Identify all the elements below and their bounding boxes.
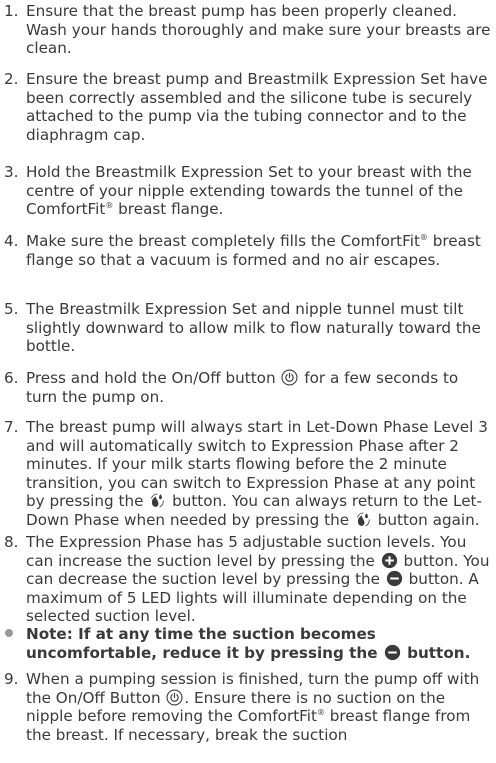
minus-icon [386, 570, 403, 587]
item-text: Press and hold the On/Off button [26, 369, 281, 387]
item-number: 3. [4, 163, 19, 181]
item-number: 5. [4, 300, 19, 318]
item-text: Ensure the breast pump and Breastmilk Ex… [26, 70, 488, 144]
item-number: 2. [4, 70, 19, 88]
item-text: Make sure the breast completely fills th… [26, 232, 420, 250]
list-item: 3. Hold the Breastmilk Expression Set to… [0, 163, 492, 219]
note-text: button. [401, 643, 471, 662]
item-text: The Breastmilk Expression Set and nipple… [26, 300, 481, 356]
item-text: Hold the Breastmilk Expression Set to yo… [26, 163, 472, 219]
item-number: 9. [4, 670, 19, 688]
registered-mark: ® [316, 708, 325, 718]
item-number: 1. [4, 2, 19, 20]
registered-mark: ® [419, 232, 428, 242]
bullet-point [5, 629, 13, 637]
item-text: breast flange. [113, 200, 224, 219]
list-item: 9. When a pumping session is finished, t… [0, 670, 492, 744]
item-number: 8. [4, 533, 19, 551]
list-item: 6. Press and hold the On/Off button for … [0, 369, 492, 406]
power-icon [166, 689, 183, 706]
note-item: Note: If at any time the suction becomes… [0, 625, 492, 662]
item-number: 6. [4, 369, 19, 387]
milk-drop-icon [149, 492, 166, 509]
instruction-list: 1. Ensure that the breast pump has been … [0, 0, 496, 763]
list-item: 2. Ensure the breast pump and Breastmilk… [0, 70, 492, 144]
list-item: 1. Ensure that the breast pump has been … [0, 2, 492, 58]
item-text: button again. [372, 510, 480, 529]
item-number: 4. [4, 232, 19, 250]
list-item: 4. Make sure the breast completely fills… [0, 232, 492, 269]
power-icon [281, 369, 298, 386]
list-item: 5. The Breastmilk Expression Set and nip… [0, 300, 492, 356]
minus-icon [384, 644, 401, 661]
list-item: 7. The breast pump will always start in … [0, 418, 492, 530]
milk-drop-icon [355, 511, 372, 528]
item-number: 7. [4, 418, 19, 436]
item-text: Ensure that the breast pump has been pro… [26, 2, 491, 58]
plus-icon [381, 552, 398, 569]
note-text: Note: If at any time the suction becomes… [26, 625, 383, 662]
list-item: 8. The Expression Phase has 5 adjustable… [0, 533, 492, 626]
